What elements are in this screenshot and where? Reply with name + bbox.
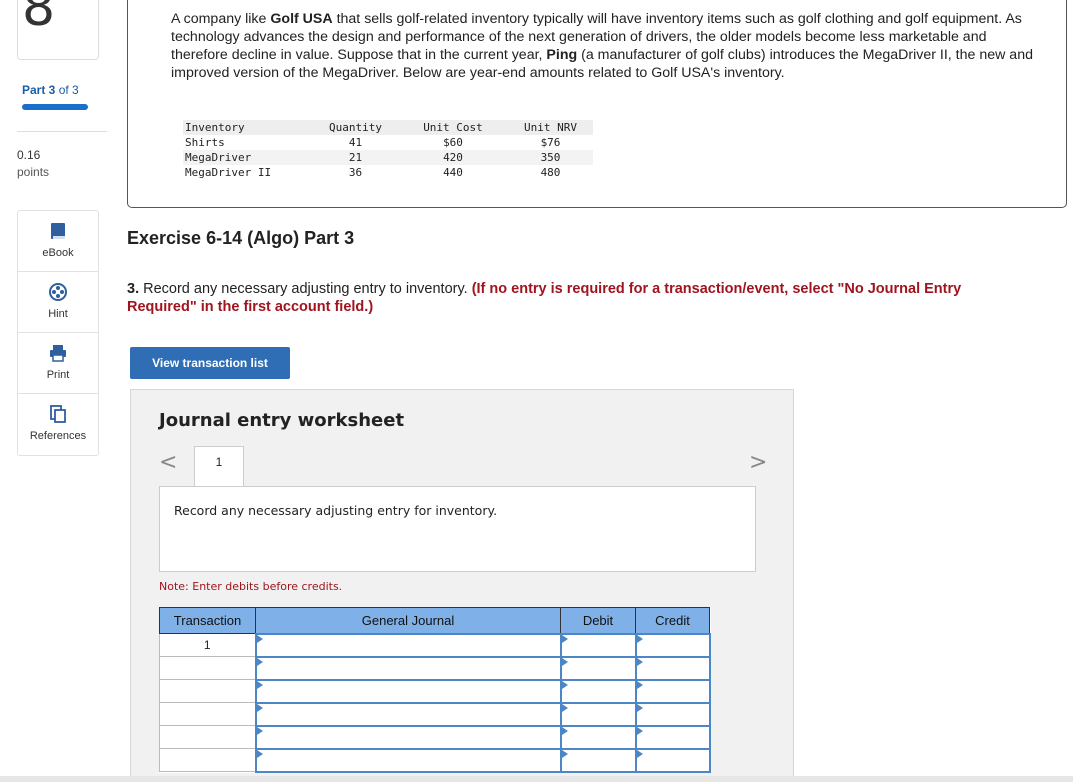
intro-company: Golf USA (270, 11, 333, 27)
cell-unit-nrv: 350 (508, 150, 593, 165)
transaction-number (159, 679, 256, 703)
journal-row (159, 701, 711, 727)
table-row: Shirts 41 $60 $76 (183, 135, 593, 150)
debit-field[interactable] (559, 701, 637, 727)
debit-field[interactable] (559, 724, 637, 750)
credit-field[interactable] (634, 701, 711, 727)
book-icon (51, 223, 65, 239)
points-value: 0.16 (17, 148, 41, 162)
view-transaction-list-button[interactable]: View transaction list (130, 347, 290, 379)
instruction-number: 3. (127, 281, 140, 297)
cell-quantity: 21 (313, 150, 398, 165)
print-label: Print (46, 369, 70, 381)
account-field[interactable] (254, 724, 562, 750)
chevron-right-icon[interactable]: > (749, 450, 767, 475)
debit-field[interactable] (559, 655, 637, 681)
entry-description: Record any necessary adjusting entry for… (174, 503, 498, 518)
account-field[interactable] (254, 678, 562, 704)
cell-item: Shirts (185, 136, 225, 149)
problem-box: A company like Golf USA that sells golf-… (127, 0, 1067, 208)
debits-credits-note: Note: Enter debits before credits. (159, 580, 343, 593)
transaction-number (159, 725, 256, 749)
journal-row (159, 678, 711, 704)
transaction-number (159, 702, 256, 726)
references-label: References (29, 430, 87, 442)
debit-field[interactable] (559, 632, 637, 658)
intro-manufacturer: Ping (546, 47, 578, 63)
journal-row: 1 (159, 632, 711, 658)
debit-field[interactable] (559, 678, 637, 704)
cell-unit-cost: 420 (398, 150, 508, 165)
table-row: MegaDriver II 36 440 480 (183, 165, 593, 180)
part-current: Part 3 (22, 83, 56, 97)
account-field[interactable] (254, 655, 562, 681)
points-label: points (17, 165, 50, 179)
problem-intro: A company like Golf USA that sells golf-… (171, 10, 1041, 82)
col-quantity: Quantity (313, 120, 398, 135)
hint-label: Hint (48, 308, 68, 320)
transaction-number: 1 (159, 633, 256, 657)
journal-row (159, 655, 711, 681)
worksheet-title: Journal entry worksheet (159, 410, 405, 431)
credit-field[interactable] (634, 724, 711, 750)
print-button[interactable]: Print (18, 333, 98, 394)
rail-divider (17, 131, 107, 132)
journal-entry-worksheet: Journal entry worksheet < > 1 Record any… (130, 389, 794, 782)
col-inventory: Inventory (183, 120, 313, 135)
references-button[interactable]: References (18, 394, 98, 455)
col-debit: Debit (560, 607, 636, 634)
col-transaction: Transaction (159, 607, 256, 634)
cell-unit-nrv: 480 (540, 166, 561, 179)
print-icon (50, 345, 66, 362)
account-field[interactable] (254, 747, 562, 773)
cell-unit-cost: 440 (443, 166, 463, 179)
debit-field[interactable] (559, 747, 637, 773)
inventory-table: Inventory Quantity Unit Cost Unit NRV Sh… (183, 120, 593, 180)
journal-row (159, 724, 711, 750)
part-total: of 3 (55, 83, 79, 97)
part-progress-bar (22, 104, 88, 110)
chevron-left-icon[interactable]: < (159, 450, 177, 475)
references-icon (50, 405, 66, 423)
tool-list: eBook Hint Print References (17, 210, 99, 456)
ebook-label: eBook (42, 247, 74, 259)
part-indicator: Part 3 of 3 (22, 83, 79, 97)
question-number: 8 (22, 0, 56, 38)
transaction-number (159, 656, 256, 680)
transaction-number (159, 748, 256, 772)
exercise-title: Exercise 6-14 (Algo) Part 3 (127, 228, 355, 248)
col-credit: Credit (635, 607, 710, 634)
instruction-text: 3. Record any necessary adjusting entry … (127, 280, 1027, 316)
account-field[interactable] (254, 701, 562, 727)
credit-field[interactable] (634, 632, 711, 658)
cell-item: MegaDriver II (185, 166, 272, 179)
journal-table: Transaction General Journal Debit Credit… (159, 607, 711, 773)
credit-field[interactable] (634, 678, 711, 704)
col-general-journal: General Journal (255, 607, 561, 634)
account-field[interactable] (254, 632, 562, 658)
tab-entry-1[interactable]: 1 (194, 446, 244, 487)
instruction-body: Record any necessary adjusting entry to … (139, 281, 472, 297)
intro-text-1: A company like (171, 11, 271, 27)
entry-description-box: Record any necessary adjusting entry for… (159, 486, 756, 572)
cell-quantity: 36 (348, 166, 363, 179)
bottom-scroll-edge (0, 776, 1073, 782)
inventory-header-row: Inventory Quantity Unit Cost Unit NRV (183, 120, 593, 135)
journal-row (159, 747, 711, 773)
col-unit-cost: Unit Cost (398, 120, 508, 135)
cell-quantity: 41 (348, 136, 363, 149)
credit-field[interactable] (634, 655, 711, 681)
hint-icon (49, 283, 67, 301)
credit-field[interactable] (634, 747, 711, 773)
cell-unit-nrv: $76 (540, 136, 561, 149)
ebook-button[interactable]: eBook (18, 211, 98, 272)
hint-button[interactable]: Hint (18, 272, 98, 333)
col-unit-nrv: Unit NRV (508, 120, 593, 135)
cell-unit-cost: $60 (443, 136, 463, 149)
cell-item: MegaDriver (183, 150, 313, 165)
journal-header-row: Transaction General Journal Debit Credit (159, 607, 710, 634)
table-row: MegaDriver 21 420 350 (183, 150, 593, 165)
